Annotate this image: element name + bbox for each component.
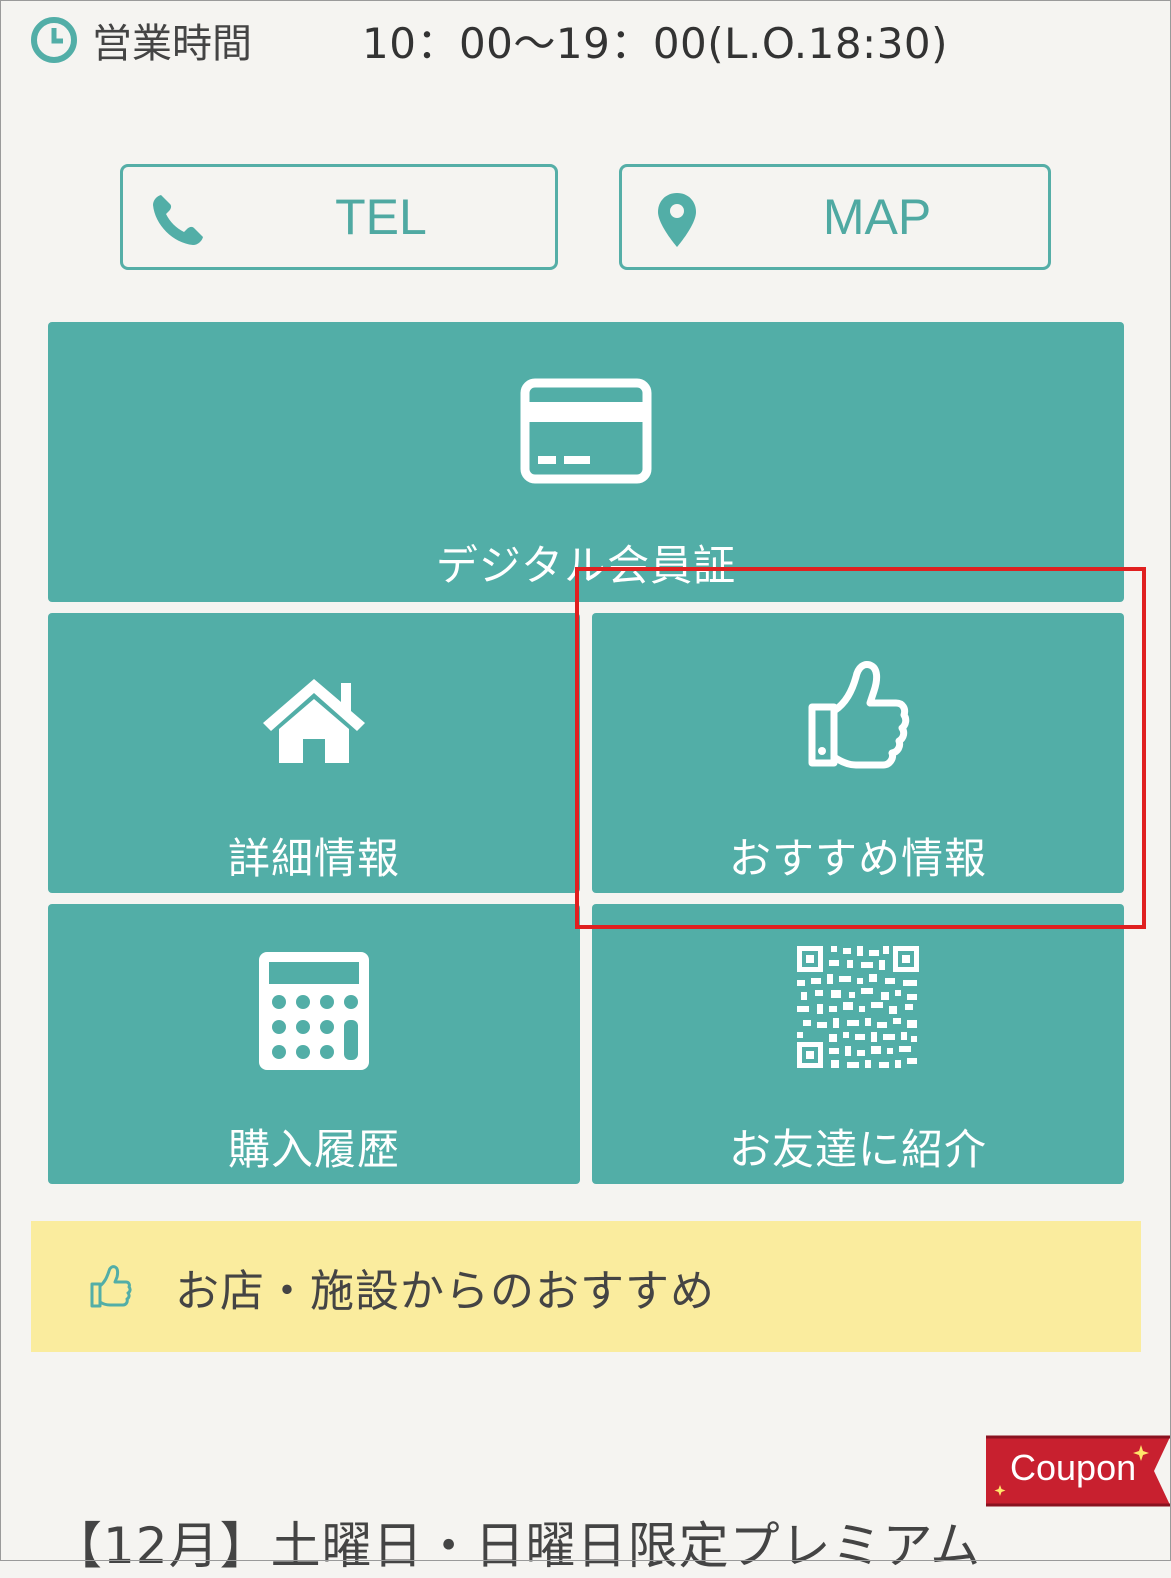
recommendation-banner[interactable]: お店・施設からのおすすめ	[31, 1221, 1141, 1352]
coupon-button[interactable]: Coupon	[986, 1433, 1170, 1507]
coupon-label: Coupon	[1010, 1447, 1137, 1488]
tile-details-label: 詳細情報	[227, 834, 400, 883]
hours-label: 営業時間	[92, 21, 252, 67]
highlight-box	[575, 567, 1146, 929]
home-icon	[263, 679, 365, 763]
map-pin-icon	[658, 193, 696, 247]
tile-details[interactable]: 詳細情報	[48, 613, 580, 893]
map-button[interactable]: MAP	[619, 164, 1051, 270]
hours-value: 10：00〜19：00(L.O.18:30)	[362, 18, 949, 68]
map-label: MAP	[822, 189, 932, 245]
phone-icon	[153, 195, 203, 245]
tel-button[interactable]: TEL	[120, 164, 558, 270]
tile-purchase-history[interactable]: 購入履歴	[48, 904, 580, 1184]
article-title[interactable]: 【12月】土曜日・日曜日限定プレミアム	[52, 1506, 981, 1578]
tile-refer-friend-label: お友達に紹介	[728, 1125, 987, 1174]
calculator-icon	[259, 952, 369, 1070]
tile-purchase-history-label: 購入履歴	[227, 1125, 400, 1174]
business-hours: 営業時間 10：00〜19：00(L.O.18:30)	[30, 12, 948, 68]
credit-card-icon	[520, 378, 652, 484]
thumbs-up-icon	[90, 1264, 132, 1307]
tel-label: TEL	[335, 189, 427, 245]
recommendation-banner-text: お店・施設からのおすすめ	[175, 1265, 715, 1317]
tile-digital-member-card[interactable]: デジタル会員証	[48, 322, 1124, 602]
tile-refer-friend[interactable]: お友達に紹介	[592, 904, 1124, 1184]
clock-icon	[31, 17, 77, 63]
qr-code-icon	[797, 946, 919, 1068]
